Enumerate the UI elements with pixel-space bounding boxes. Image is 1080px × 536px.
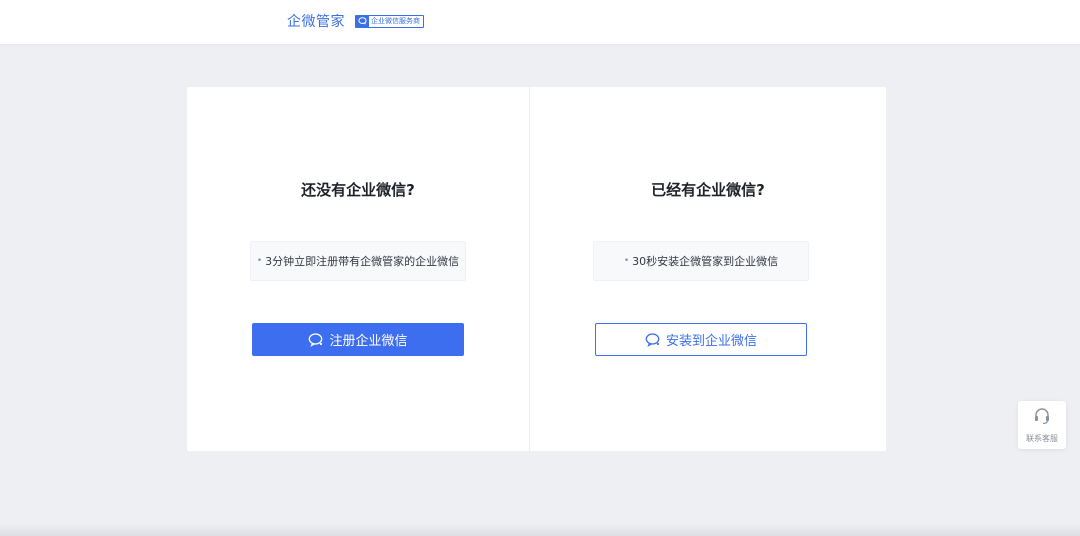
- onboarding-panel: 还没有企业微信? • 3分钟立即注册带有企微管家的企业微信 注册企业微信 已经有…: [187, 87, 886, 451]
- top-bar: 企微管家 企业微信服务商: [0, 0, 1080, 44]
- bullet-dot: •: [623, 256, 630, 266]
- chat-bubble-icon: [645, 332, 661, 347]
- register-title: 还没有企业微信?: [301, 181, 415, 199]
- install-to-wecom-button[interactable]: 安装到企业微信: [595, 323, 807, 356]
- bullet-dot: •: [256, 256, 263, 266]
- contact-support-button[interactable]: 联系客服: [1018, 401, 1066, 449]
- support-label: 联系客服: [1026, 433, 1058, 443]
- brand-name: 企微管家: [287, 14, 345, 30]
- headset-icon: [1033, 407, 1051, 429]
- chat-bubble-icon: [356, 15, 369, 27]
- bottom-shadow: [0, 524, 1080, 536]
- install-section: 已经有企业微信? • 30秒安装企微管家到企业微信 安装到企业微信: [530, 87, 886, 451]
- install-button-label: 安装到企业微信: [665, 334, 757, 349]
- register-tip-text: 3分钟立即注册带有企微管家的企业微信: [265, 255, 460, 268]
- install-tip: • 30秒安装企微管家到企业微信: [593, 241, 809, 281]
- register-button-label: 注册企业微信: [329, 334, 408, 349]
- install-tip-text: 30秒安装企微管家到企业微信: [632, 255, 779, 268]
- register-tip: • 3分钟立即注册带有企微管家的企业微信: [250, 241, 466, 281]
- brand[interactable]: 企微管家 企业微信服务商: [287, 11, 424, 31]
- service-provider-badge: 企业微信服务商: [355, 14, 424, 28]
- badge-label: 企业微信服务商: [371, 16, 420, 25]
- register-wecom-button[interactable]: 注册企业微信: [252, 323, 464, 356]
- register-section: 还没有企业微信? • 3分钟立即注册带有企微管家的企业微信 注册企业微信: [187, 87, 529, 451]
- chat-bubble-icon: [308, 332, 324, 347]
- install-title: 已经有企业微信?: [651, 181, 765, 199]
